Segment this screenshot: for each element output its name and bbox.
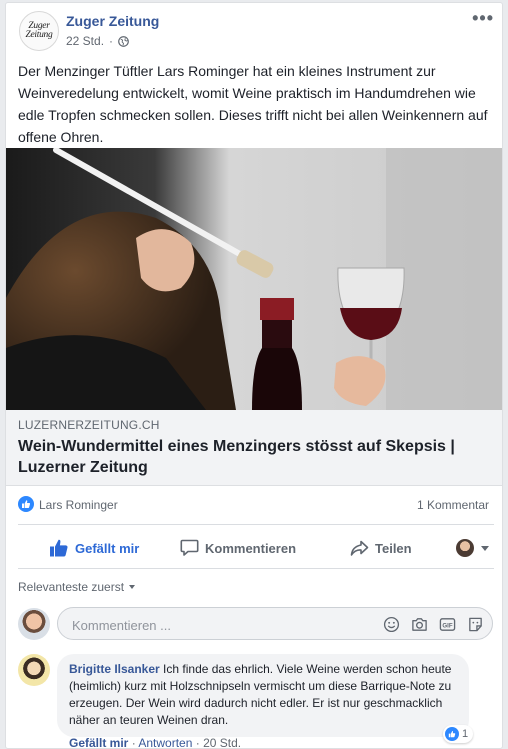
link-preview-image[interactable] xyxy=(6,148,502,410)
post-action-bar: Gefällt mir Kommentieren Teilen xyxy=(18,528,494,568)
like-button[interactable]: Gefällt mir xyxy=(49,528,139,568)
post-timestamp[interactable]: 22 Std. xyxy=(66,34,104,48)
comment-timestamp[interactable]: 20 Std. xyxy=(203,736,241,748)
svg-text:GIF: GIF xyxy=(442,622,452,629)
comment-actions: Gefällt mir · Antworten · 20 Std. xyxy=(69,736,241,749)
viewer-avatar[interactable] xyxy=(456,539,474,557)
comment-sort-dropdown[interactable]: Relevanteste zuerst xyxy=(18,580,136,594)
page-name[interactable]: Zuger Zeitung xyxy=(66,13,159,29)
reactor-name[interactable]: Lars Rominger xyxy=(39,498,118,512)
share-button[interactable]: Teilen xyxy=(350,528,412,568)
share-arrow-icon xyxy=(350,540,369,556)
camera-icon[interactable] xyxy=(411,616,428,633)
link-domain: LUZERNERZEITUNG.CH xyxy=(18,418,160,432)
divider xyxy=(18,568,494,569)
link-title[interactable]: Wein-Wundermittel eines Menzingers stöss… xyxy=(18,436,488,478)
comment-button-label: Kommentieren xyxy=(205,540,297,556)
divider xyxy=(18,524,494,525)
post-card: Zuger Zeitung Zuger Zeitung 22 Std. · ••… xyxy=(5,2,503,749)
speech-bubble-icon xyxy=(180,539,199,556)
dot-separator: · xyxy=(195,736,204,749)
sticker-icon[interactable] xyxy=(467,616,484,633)
comment-reaction-count[interactable]: 1 xyxy=(443,725,474,743)
globe-icon[interactable] xyxy=(118,35,129,47)
thumbs-up-icon xyxy=(50,539,68,557)
wine-tasting-photo xyxy=(6,148,502,410)
comment-reply-link[interactable]: Antworten xyxy=(138,736,192,748)
like-reaction-icon xyxy=(445,727,459,741)
caret-down-icon[interactable] xyxy=(481,546,489,551)
dot-separator: · xyxy=(109,34,114,48)
comment-like-link[interactable]: Gefällt mir xyxy=(69,736,128,748)
my-avatar[interactable] xyxy=(18,608,50,640)
like-button-label: Gefällt mir xyxy=(75,540,140,556)
comment-author[interactable]: Brigitte Ilsanker xyxy=(69,662,160,676)
page-avatar[interactable]: Zuger Zeitung xyxy=(19,11,59,51)
comment-sort-label: Relevanteste zuerst xyxy=(18,580,125,594)
commenter-avatar[interactable] xyxy=(18,654,50,686)
reactions-summary: Lars Rominger 1 Kommentar xyxy=(18,494,494,514)
like-reaction-icon[interactable] xyxy=(18,496,34,512)
comment-count[interactable]: 1 Kommentar xyxy=(417,498,489,512)
comment-bubble: Brigitte Ilsanker Ich finde das ehrlich.… xyxy=(57,654,469,737)
comment-input[interactable] xyxy=(70,615,374,635)
more-options-icon[interactable]: ••• xyxy=(472,9,494,27)
comment-button[interactable]: Kommentieren xyxy=(180,528,296,568)
post-meta: 22 Std. · xyxy=(66,34,129,48)
post-text: Der Menzinger Tüftler Lars Rominger hat … xyxy=(18,63,488,145)
gif-icon[interactable]: GIF xyxy=(439,616,456,633)
caret-down-icon xyxy=(129,585,136,589)
emoji-icon[interactable] xyxy=(383,616,400,633)
share-button-label: Teilen xyxy=(375,540,412,556)
link-preview-meta[interactable]: LUZERNERZEITUNG.CH Wein-Wundermittel ein… xyxy=(6,410,502,486)
comment-like-count: 1 xyxy=(462,728,469,740)
page-logo-text: Zuger Zeitung xyxy=(25,21,53,40)
comment-input-box[interactable]: GIF xyxy=(57,607,493,640)
